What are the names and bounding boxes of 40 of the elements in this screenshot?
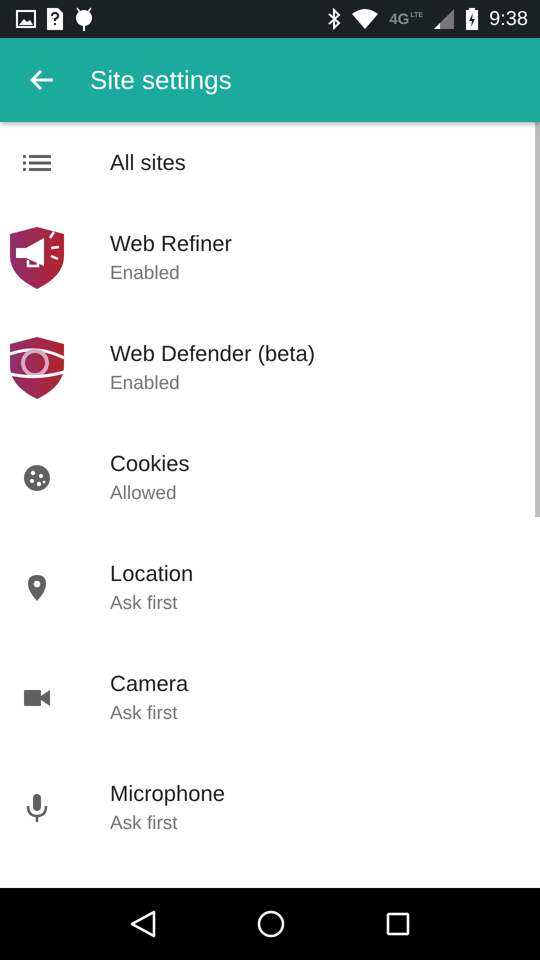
item-summary: Ask first	[110, 813, 179, 835]
settings-item[interactable]: Web Refiner Enabled	[0, 203, 535, 313]
item-summary: Enabled	[110, 263, 181, 285]
item-summary: Enabled	[110, 373, 181, 395]
wifi-icon	[351, 8, 380, 30]
item-title: Cookies	[110, 451, 190, 477]
bluetooth-icon	[327, 8, 342, 30]
item-summary: Allowed	[110, 483, 178, 505]
item-title: All sites	[110, 150, 186, 176]
item-title: Location	[110, 561, 194, 587]
item-title: Web Defender (beta)	[110, 341, 316, 367]
battery-icon	[465, 7, 480, 31]
sim-card-icon	[46, 7, 64, 31]
microphone-icon	[26, 793, 48, 823]
back-icon[interactable]	[130, 910, 156, 938]
back-arrow-icon[interactable]	[29, 69, 55, 91]
shield-eye-icon	[8, 336, 66, 400]
settings-item[interactable]: Web Defender (beta) Enabled	[0, 313, 535, 423]
settings-item[interactable]: Camera Ask first	[0, 643, 535, 753]
settings-item[interactable]: All sites	[0, 122, 535, 203]
signal-icon	[433, 8, 456, 30]
settings-item[interactable]: Microphone Ask first	[0, 753, 535, 863]
video-camera-icon	[24, 690, 50, 706]
android-icon	[74, 6, 94, 32]
recents-icon[interactable]	[386, 912, 410, 936]
shield-megaphone-icon	[8, 226, 66, 290]
location-pin-icon	[27, 574, 47, 602]
item-title: Camera	[110, 671, 188, 697]
item-title: Web Refiner	[110, 231, 232, 257]
home-icon[interactable]	[256, 910, 285, 938]
list-icon	[23, 154, 51, 172]
cookie-icon	[23, 464, 51, 492]
item-summary: Ask first	[110, 703, 179, 725]
image-icon	[16, 10, 36, 28]
page-title: Site settings	[90, 64, 232, 96]
settings-item[interactable]: Cookies Allowed	[0, 423, 535, 533]
settings-item[interactable]: Location Ask first	[0, 533, 535, 643]
item-title: Microphone	[110, 781, 225, 807]
item-summary: Ask first	[110, 593, 179, 615]
status-time: 9:38	[489, 8, 528, 30]
